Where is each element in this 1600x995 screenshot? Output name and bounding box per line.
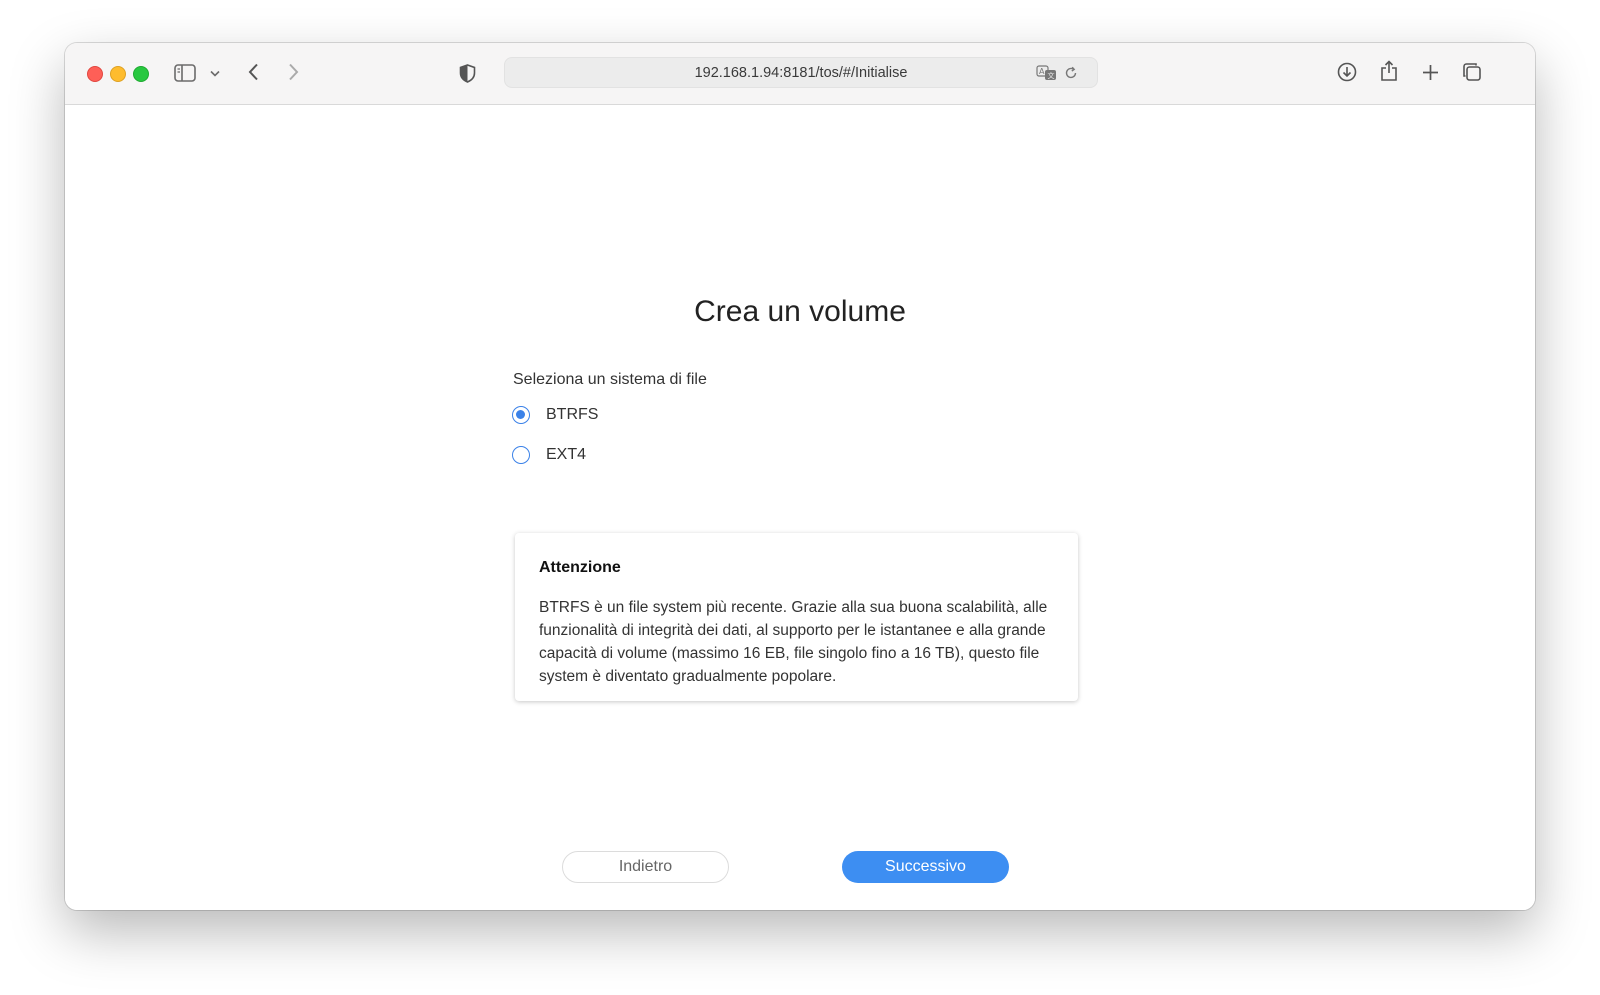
- svg-text:文: 文: [1048, 71, 1055, 80]
- warning-box: Attenzione BTRFS è un file system più re…: [515, 533, 1078, 701]
- radio-option-ext4[interactable]: EXT4: [512, 446, 586, 464]
- zoom-window-button[interactable]: [133, 66, 149, 82]
- download-icon[interactable]: [1336, 61, 1358, 83]
- minimize-window-button[interactable]: [110, 66, 126, 82]
- browser-window: 192.168.1.94:8181/tos/#/Initialise A文 Cr…: [65, 43, 1535, 910]
- page-title: Crea un volume: [694, 295, 906, 328]
- page-content: Crea un volume Seleziona un sistema di f…: [65, 105, 1535, 910]
- browser-toolbar: 192.168.1.94:8181/tos/#/Initialise A文: [65, 43, 1535, 105]
- shield-icon[interactable]: [457, 62, 477, 84]
- reload-icon[interactable]: [1064, 66, 1078, 84]
- plus-icon[interactable]: [1420, 62, 1440, 82]
- file-system-label: Seleziona un sistema di file: [513, 371, 707, 388]
- chevron-right-icon[interactable]: [285, 61, 301, 83]
- warning-title: Attenzione: [539, 559, 621, 576]
- chevron-down-icon[interactable]: [209, 67, 221, 79]
- chevron-left-icon[interactable]: [245, 61, 261, 83]
- radio-option-btrfs[interactable]: BTRFS: [512, 406, 598, 424]
- radio-label: EXT4: [546, 446, 587, 463]
- back-button[interactable]: Indietro: [562, 851, 729, 883]
- sidebar-icon[interactable]: [173, 62, 197, 84]
- radio-label: BTRFS: [546, 406, 599, 423]
- translate-icon[interactable]: A文: [1036, 65, 1058, 85]
- tabs-overview-icon[interactable]: [1461, 61, 1483, 83]
- share-icon[interactable]: [1378, 59, 1400, 83]
- close-window-button[interactable]: [87, 66, 103, 82]
- svg-text:A: A: [1039, 67, 1045, 76]
- address-bar[interactable]: 192.168.1.94:8181/tos/#/Initialise A文: [504, 57, 1098, 88]
- url-text: 192.168.1.94:8181/tos/#/Initialise: [694, 64, 908, 81]
- radio-button[interactable]: [512, 446, 530, 464]
- warning-text: BTRFS è un file system più recente. Graz…: [539, 599, 1048, 685]
- next-button[interactable]: Successivo: [842, 851, 1009, 883]
- radio-button-checked[interactable]: [512, 406, 530, 424]
